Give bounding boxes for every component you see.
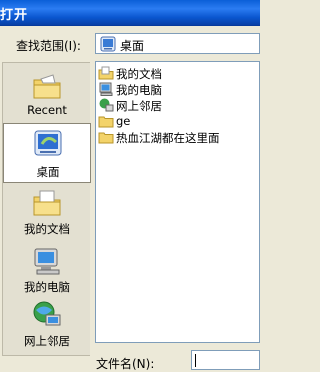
list-item[interactable]: 我的文档 <box>98 65 258 81</box>
look-in-dropdown[interactable]: 桌面 <box>95 33 260 54</box>
place-network[interactable]: 网上邻居 <box>3 297 91 357</box>
desktop-icon <box>34 130 62 156</box>
place-label: 我的文档 <box>24 222 70 236</box>
place-label: 网上邻居 <box>24 334 70 348</box>
list-item[interactable]: 网上邻居 <box>98 97 258 113</box>
file-name: 热血江湖都在这里面 <box>116 131 220 145</box>
place-desktop[interactable]: 桌面 <box>3 123 91 183</box>
file-name: 我的文档 <box>116 67 162 81</box>
my-computer-icon <box>99 82 113 96</box>
my-documents-icon <box>33 190 61 216</box>
look-in-value: 桌面 <box>120 39 145 53</box>
my-computer-icon <box>34 248 60 275</box>
place-my-documents[interactable]: 我的文档 <box>3 185 91 245</box>
place-recent[interactable]: Recent <box>3 65 91 125</box>
window-title: 打开 <box>0 8 29 23</box>
file-name: 我的电脑 <box>116 83 162 97</box>
file-name-input[interactable] <box>191 350 260 370</box>
network-places-icon <box>99 98 114 112</box>
my-documents-icon <box>98 66 114 80</box>
desktop-icon <box>100 36 116 52</box>
file-name-label: 文件名(N): <box>96 357 155 371</box>
list-item[interactable]: ge <box>98 113 258 129</box>
places-bar: Recent 桌面 我的文档 我的电脑 网上邻居 <box>2 62 91 357</box>
file-list[interactable]: 我的文档 我的电脑 网上邻居 ge 热血江湖都在这里面 <box>95 61 260 343</box>
look-in-label: 查找范围(I): <box>16 39 81 53</box>
place-label: 我的电脑 <box>24 280 70 294</box>
network-places-icon <box>33 301 61 326</box>
place-label: 桌面 <box>36 165 60 179</box>
list-item[interactable]: 我的电脑 <box>98 81 258 97</box>
title-bar: 打开 <box>0 0 260 26</box>
list-item[interactable]: 热血江湖都在这里面 <box>98 129 258 145</box>
folder-icon <box>98 116 114 128</box>
place-label: Recent <box>27 103 67 117</box>
text-caret <box>195 354 196 367</box>
folder-icon <box>98 132 114 144</box>
file-name: ge <box>116 114 131 128</box>
file-name: 网上邻居 <box>116 99 162 113</box>
recent-folder-icon <box>33 74 61 99</box>
place-my-computer[interactable]: 我的电脑 <box>3 243 91 303</box>
